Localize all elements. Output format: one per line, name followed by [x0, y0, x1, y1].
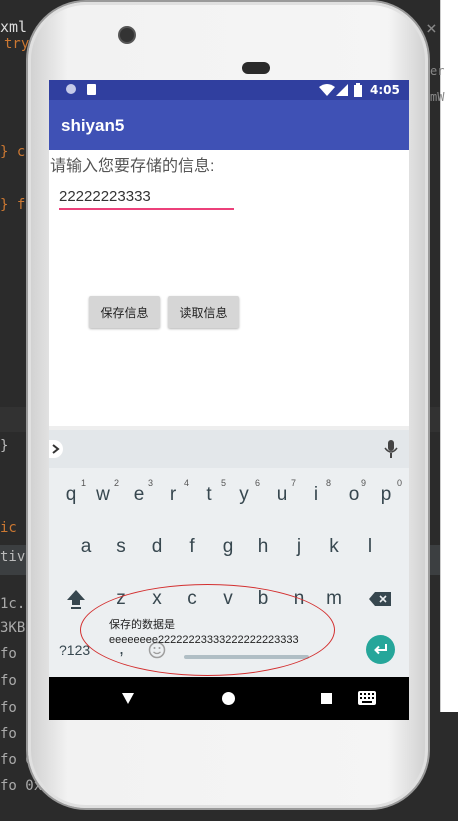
key-hint: 4: [184, 478, 190, 488]
save-button[interactable]: 保存信息: [89, 296, 160, 328]
ide-side-panel: [440, 0, 458, 712]
wifi-icon: [319, 84, 335, 96]
expand-arrow-icon[interactable]: [49, 440, 63, 458]
key-hint: 2: [114, 478, 120, 488]
key-t[interactable]: t: [194, 484, 224, 506]
key-h[interactable]: h: [248, 536, 278, 558]
ide-code-line: mW: [430, 90, 445, 104]
key-hint: 3: [148, 478, 154, 488]
status-time: 4:05: [370, 83, 400, 97]
ide-log-line: 1c.: [0, 596, 26, 612]
recents-icon[interactable]: [321, 693, 332, 704]
key-hint: 8: [326, 478, 332, 488]
key-l[interactable]: l: [355, 536, 385, 558]
key-hint: 7: [291, 478, 297, 488]
ide-code-line: }: [0, 438, 9, 454]
keyboard-suggestion-bar: [49, 430, 409, 468]
key-d[interactable]: d: [142, 536, 172, 558]
key-hint: 0: [397, 478, 403, 488]
enter-key[interactable]: [366, 635, 395, 664]
prompt-label: 请输入您要存储的信息:: [50, 158, 215, 175]
main-content: 请输入您要存储的信息: 保存信息 读取信息: [49, 150, 409, 426]
key-m[interactable]: m: [319, 588, 349, 610]
backspace-icon[interactable]: [369, 592, 391, 606]
shift-icon[interactable]: [66, 588, 86, 610]
battery-icon: [354, 83, 362, 97]
ide-code-line: er: [430, 64, 445, 78]
ide-code-line: ic: [0, 520, 17, 536]
annotation-ellipse: [80, 584, 335, 676]
app-bar: shiyan5: [49, 100, 409, 150]
back-icon[interactable]: [122, 693, 134, 704]
navigation-bar: [49, 677, 409, 720]
key-f[interactable]: f: [177, 536, 207, 558]
notification-circle-icon: [66, 84, 76, 94]
keyboard-switch-icon[interactable]: [358, 691, 376, 705]
key-hint: 9: [361, 478, 367, 488]
key-a[interactable]: a: [71, 536, 101, 558]
ide-file-tab[interactable]: xml: [0, 18, 27, 36]
front-camera: [120, 28, 134, 42]
earpiece-speaker: [242, 62, 270, 74]
info-input[interactable]: [59, 184, 234, 210]
key-hint: 1: [81, 478, 87, 488]
key-k[interactable]: k: [319, 536, 349, 558]
key-g[interactable]: g: [213, 536, 243, 558]
ide-code-line: try: [4, 36, 30, 52]
key-hint: 6: [255, 478, 261, 488]
enter-icon: [374, 644, 387, 655]
app-title: shiyan5: [61, 116, 125, 135]
read-button[interactable]: 读取信息: [168, 296, 239, 328]
key-hint: 5: [221, 478, 227, 488]
microphone-icon[interactable]: [384, 440, 398, 458]
key-s[interactable]: s: [106, 536, 136, 558]
ide-code-line: } c: [0, 144, 26, 160]
sdcard-icon: [87, 84, 96, 95]
signal-icon: [336, 84, 348, 96]
ide-code-line: } f: [0, 197, 26, 213]
key-j[interactable]: j: [284, 536, 314, 558]
home-icon[interactable]: [222, 692, 235, 705]
status-bar: 4:05: [49, 80, 409, 100]
close-icon[interactable]: ×: [426, 18, 437, 39]
